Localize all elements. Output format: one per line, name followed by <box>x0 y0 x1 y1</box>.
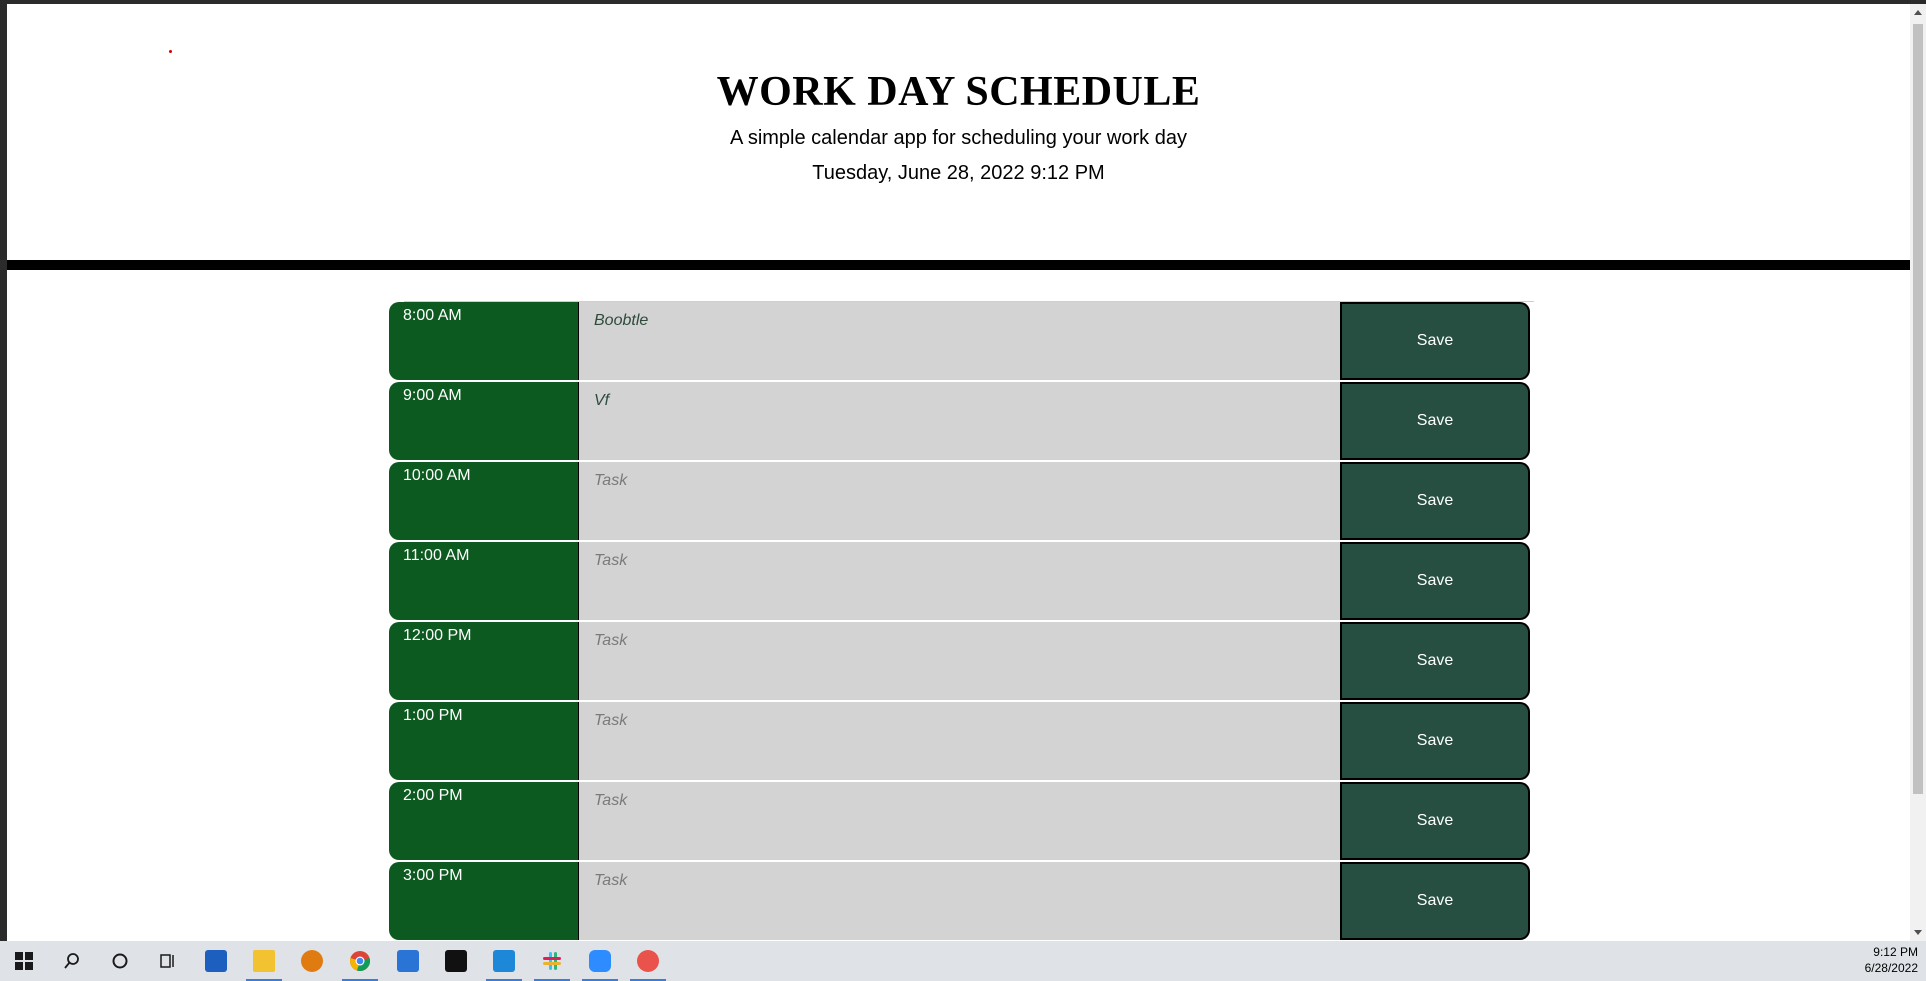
task-view-button[interactable] <box>144 941 192 981</box>
schedule-container: 8:00 AM Save 9:00 AM Save 10:00 AM Save … <box>389 301 1536 941</box>
task-textarea[interactable] <box>579 462 1340 540</box>
time-block-row: 9:00 AM Save <box>389 382 1536 460</box>
save-button[interactable]: Save <box>1340 542 1530 620</box>
zoom-icon <box>589 950 611 972</box>
task-textarea[interactable] <box>579 382 1340 460</box>
store-button[interactable] <box>192 941 240 981</box>
fl-studio-icon <box>301 950 323 972</box>
page-subtitle: A simple calendar app for scheduling you… <box>730 127 1187 149</box>
mw-button[interactable] <box>432 941 480 981</box>
page-header: WORK DAY SCHEDULE A simple calendar app … <box>7 4 1910 270</box>
start-button[interactable] <box>0 941 48 981</box>
save-button[interactable]: Save <box>1340 462 1530 540</box>
clock-time: 9:12 PM <box>1873 945 1918 959</box>
save-button[interactable]: Save <box>1340 862 1530 940</box>
windows-taskbar: 9:12 PM 6/28/2022 <box>0 941 1926 981</box>
hour-label: 1:00 PM <box>389 702 579 780</box>
mw-icon <box>445 950 467 972</box>
task-textarea[interactable] <box>579 862 1340 940</box>
file-explorer-icon <box>253 950 275 972</box>
search-icon <box>64 953 79 969</box>
hour-label: 9:00 AM <box>389 382 579 460</box>
task-textarea[interactable] <box>579 702 1340 780</box>
save-button[interactable]: Save <box>1340 622 1530 700</box>
scroll-thumb[interactable] <box>1913 24 1923 794</box>
save-button[interactable]: Save <box>1340 302 1530 380</box>
slack-icon <box>543 952 561 970</box>
save-button[interactable]: Save <box>1340 382 1530 460</box>
hour-label: 11:00 AM <box>389 542 579 620</box>
chrome-button[interactable] <box>336 941 384 981</box>
start-icon <box>15 952 33 970</box>
scroll-down-icon[interactable] <box>1914 930 1922 935</box>
time-block-row: 8:00 AM Save <box>389 302 1536 380</box>
desktop-screen: WORK DAY SCHEDULE A simple calendar app … <box>0 0 1926 981</box>
save-button[interactable]: Save <box>1340 702 1530 780</box>
save-button[interactable]: Save <box>1340 782 1530 860</box>
zoom-button[interactable] <box>576 941 624 981</box>
hour-label: 10:00 AM <box>389 462 579 540</box>
mail-button[interactable] <box>384 941 432 981</box>
cortana-button[interactable] <box>96 941 144 981</box>
vertical-scrollbar[interactable] <box>1910 4 1926 941</box>
search-button[interactable] <box>48 941 96 981</box>
hour-label: 8:00 AM <box>389 302 579 380</box>
task-textarea[interactable] <box>579 782 1340 860</box>
clock-date: 6/28/2022 <box>1864 961 1918 975</box>
task-textarea[interactable] <box>579 622 1340 700</box>
task-textarea[interactable] <box>579 302 1340 380</box>
hour-label: 2:00 PM <box>389 782 579 860</box>
mail-icon <box>397 950 419 972</box>
file-explorer-button[interactable] <box>240 941 288 981</box>
time-block-row: 12:00 PM Save <box>389 622 1536 700</box>
chrome-icon <box>350 951 370 971</box>
current-day: Tuesday, June 28, 2022 9:12 PM <box>812 162 1105 184</box>
scroll-up-icon[interactable] <box>1914 10 1922 15</box>
vscode-button[interactable] <box>480 941 528 981</box>
snip-button[interactable] <box>624 941 672 981</box>
fl-studio-button[interactable] <box>288 941 336 981</box>
hour-label: 3:00 PM <box>389 862 579 940</box>
snip-icon <box>637 950 659 972</box>
cortana-icon <box>112 953 128 969</box>
slack-button[interactable] <box>528 941 576 981</box>
time-block-row: 11:00 AM Save <box>389 542 1536 620</box>
hour-label: 12:00 PM <box>389 622 579 700</box>
time-block-row: 3:00 PM Save <box>389 862 1536 940</box>
page-title: WORK DAY SCHEDULE <box>716 69 1201 115</box>
time-block-row: 10:00 AM Save <box>389 462 1536 540</box>
store-icon <box>205 950 227 972</box>
task-textarea[interactable] <box>579 542 1340 620</box>
system-clock[interactable]: 9:12 PM 6/28/2022 <box>1865 944 1918 976</box>
task-view-icon <box>160 954 174 968</box>
time-block-row: 2:00 PM Save <box>389 782 1536 860</box>
vscode-icon <box>493 950 515 972</box>
time-block-row: 1:00 PM Save <box>389 702 1536 780</box>
browser-viewport: WORK DAY SCHEDULE A simple calendar app … <box>7 4 1910 941</box>
